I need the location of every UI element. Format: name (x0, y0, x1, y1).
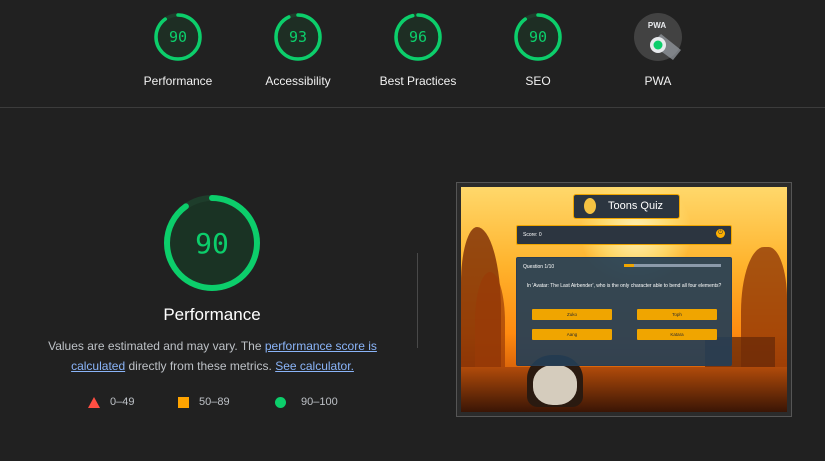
gauge-score: 90 (169, 28, 187, 46)
gauge-label: PWA (644, 74, 672, 88)
gauge-label: SEO (525, 74, 551, 88)
quiz-title-bar: Toons Quiz (573, 194, 680, 219)
performance-description: Values are estimated and may vary. The p… (40, 336, 385, 376)
legend-fail: 0–49 (88, 396, 134, 408)
egg-logo-icon (584, 198, 596, 214)
gauge-performance[interactable]: 90 Performance (118, 12, 238, 88)
performance-gauge: 90 (162, 193, 262, 298)
desc-text: Values are estimated and may vary. The (48, 339, 265, 353)
square-icon (178, 396, 189, 408)
gauge-seo[interactable]: 90 SEO (478, 12, 598, 88)
divider (417, 253, 418, 348)
gauge-best-practices[interactable]: 96 Best Practices (358, 12, 478, 88)
legend-range: 0–49 (110, 396, 135, 408)
score-bar: Score: 0 ⏻ (516, 225, 732, 245)
gauge-label: Performance (143, 74, 213, 88)
quiz-app-title: Toons Quiz (608, 200, 664, 212)
circle-icon (275, 396, 286, 408)
legend-average: 50–89 (178, 396, 230, 408)
performance-title: Performance (163, 305, 261, 324)
question-text: In 'Avatar: The Last Airbender', who is … (526, 283, 722, 289)
triangle-icon (88, 396, 100, 408)
legend-pass: 90–100 (275, 396, 338, 408)
score-label: Score: 0 (523, 232, 542, 238)
desc-text-mid: directly from these metrics. (125, 359, 276, 373)
answer-button: Aang (532, 329, 612, 340)
question-panel: Question 1/10 In 'Avatar: The Last Airbe… (516, 257, 732, 366)
performance-gauge-ring: 90 (164, 195, 260, 291)
pwa-badge-icon: PWA (634, 13, 682, 61)
gauge-ring: 93 (274, 13, 322, 61)
answer-button: Toph (637, 309, 717, 320)
gauge-pwa[interactable]: PWA PWA (598, 12, 718, 88)
rock-pillar (475, 272, 505, 372)
pwa-badge-text: PWA (648, 21, 666, 30)
answer-button: Katara (637, 329, 717, 340)
question-progress-bar (624, 264, 721, 267)
ground (461, 367, 787, 412)
gauge-label: Best Practices (379, 74, 457, 88)
legend-range: 90–100 (301, 396, 338, 408)
power-icon: ⏻ (716, 229, 725, 238)
gauge-ring: 90 (514, 13, 562, 61)
gauge-accessibility[interactable]: 93 Accessibility (238, 12, 358, 88)
screenshot-image: Toons Quiz Score: 0 ⏻ Question 1/10 In '… (461, 187, 787, 412)
gauge-ring: 96 (394, 13, 442, 61)
question-progress-fill (624, 264, 634, 267)
gauge-score: 93 (289, 28, 307, 46)
see-calculator-link[interactable]: See calculator. (275, 359, 354, 373)
gauge-label: Accessibility (265, 74, 331, 88)
panda-belly (533, 365, 577, 405)
question-number: Question 1/10 (523, 264, 555, 270)
final-screenshot[interactable]: Toons Quiz Score: 0 ⏻ Question 1/10 In '… (456, 182, 792, 417)
performance-score: 90 (195, 227, 229, 260)
answer-button: Zuko (532, 309, 612, 320)
gauge-score: 96 (409, 28, 427, 46)
category-gauges-bar: 90 Performance 93 Accessibility 96 Best … (0, 0, 825, 108)
gauge-ring: 90 (154, 13, 202, 61)
gauge-score: 90 (529, 28, 547, 46)
legend-range: 50–89 (199, 396, 230, 408)
